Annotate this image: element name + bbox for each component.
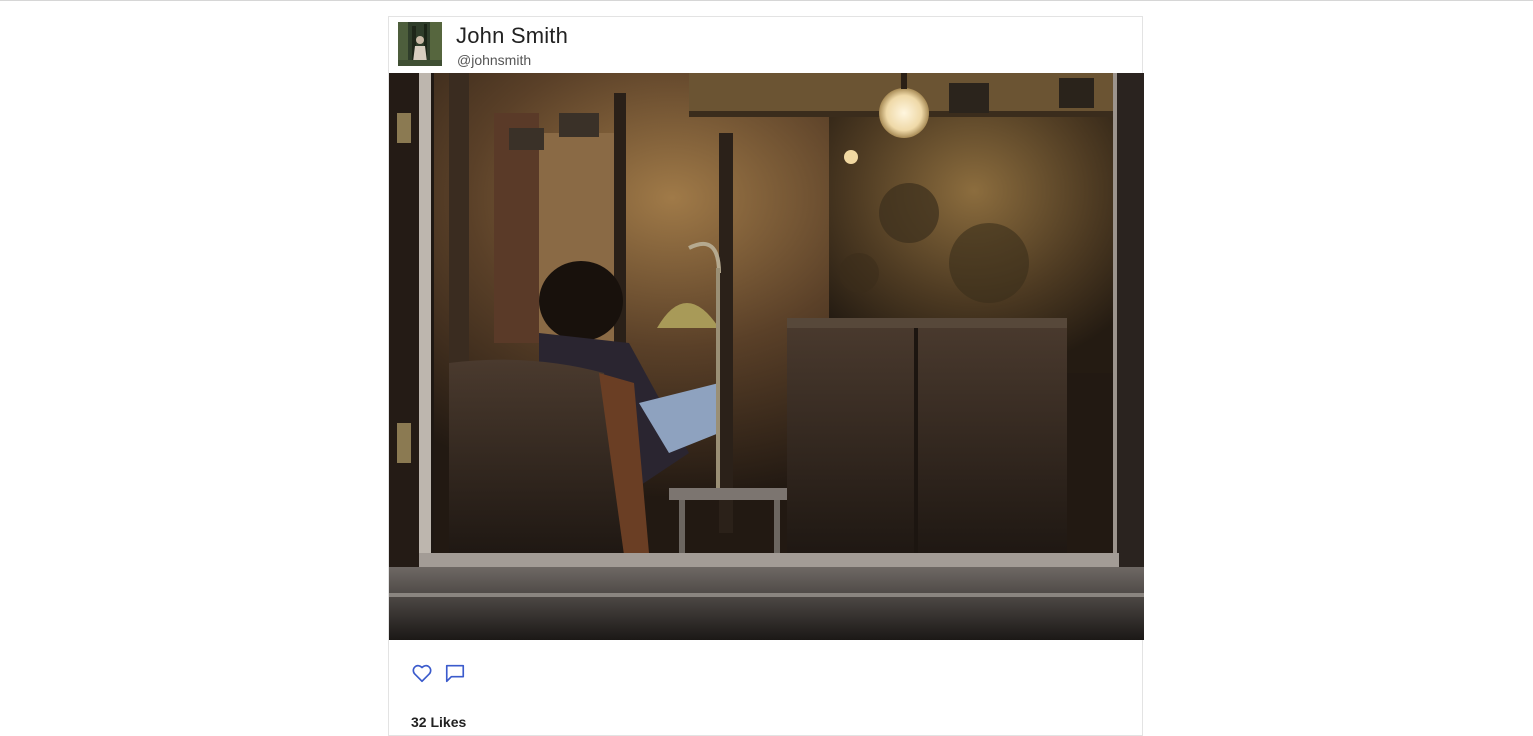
likes-count: 32 Likes bbox=[411, 714, 467, 730]
post-image[interactable] bbox=[389, 73, 1144, 640]
author-handle[interactable]: @johnsmith bbox=[457, 52, 531, 68]
heart-icon bbox=[412, 664, 432, 683]
author-name[interactable]: John Smith bbox=[456, 23, 568, 49]
comment-button[interactable] bbox=[444, 662, 466, 684]
post-header: John Smith @johnsmith bbox=[389, 17, 1142, 73]
post-photo bbox=[389, 73, 1144, 640]
avatar[interactable] bbox=[398, 22, 442, 66]
post-card: John Smith @johnsmith 32 Likes bbox=[388, 16, 1144, 736]
top-divider bbox=[0, 0, 1533, 1]
comment-icon bbox=[445, 664, 465, 683]
like-button[interactable] bbox=[411, 662, 433, 684]
avatar-photo bbox=[398, 22, 442, 66]
